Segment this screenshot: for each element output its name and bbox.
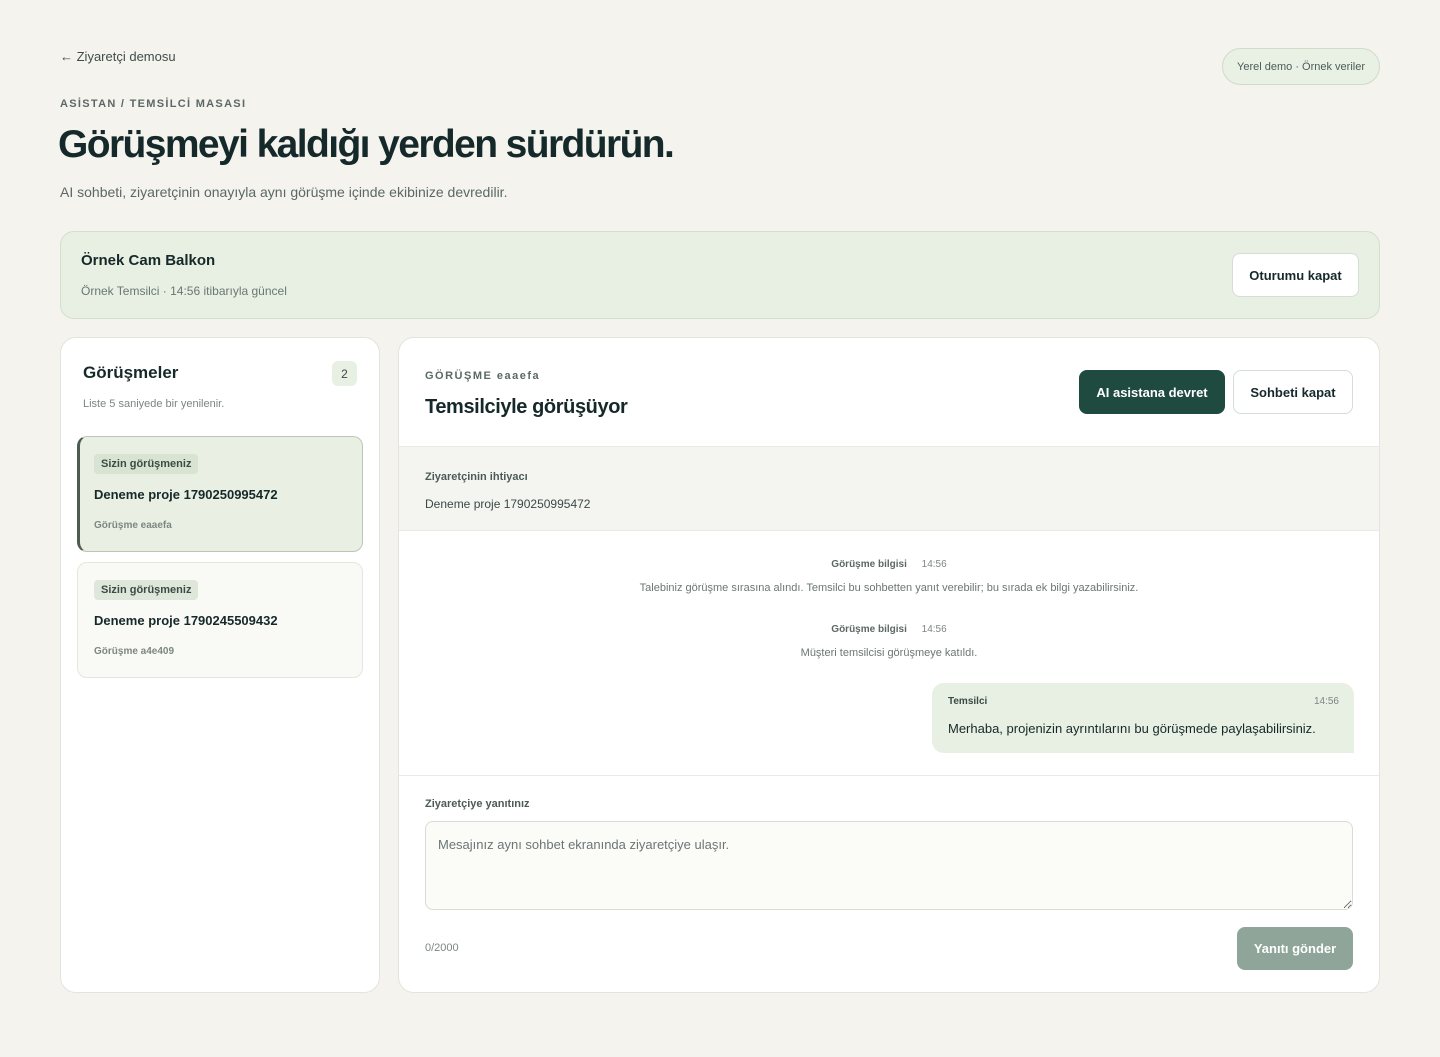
system-message-label: Görüşme bilgisi — [831, 559, 907, 570]
session-bar: Örnek Cam Balkon Örnek Temsilci · 14:56 … — [60, 231, 1380, 319]
visitor-need: Ziyaretçinin ihtiyacı Deneme proje 17902… — [399, 446, 1379, 531]
system-message-label: Görüşme bilgisi — [831, 624, 907, 635]
refresh-hint: Liste 5 saniyede bir yenilenir. — [83, 398, 225, 410]
system-message-text: Müşteri temsilcisi görüşmeye katıldı. — [800, 647, 978, 659]
close-chat-button[interactable]: Sohbeti kapat — [1233, 370, 1353, 414]
system-message-text: Talebiniz görüşme sırasına alındı. Temsi… — [639, 582, 1139, 594]
conversation-count-badge: 2 — [332, 361, 357, 386]
send-reply-button[interactable]: Yanıtı gönder — [1237, 927, 1353, 970]
page-subtitle: AI sohbeti, ziyaretçinin onayıyla aynı g… — [60, 184, 508, 200]
ownership-tag: Sizin görüşmeniz — [94, 454, 199, 474]
conversation-id: Görüşme eaaefa — [94, 520, 172, 531]
conversation-id: Görüşme a4e409 — [94, 646, 175, 657]
conversation-title: Deneme proje 1790250995472 — [94, 487, 278, 502]
chat-panel: GÖRÜŞME eaaefa Temsilciyle görüşüyor AI … — [398, 337, 1380, 993]
character-count: 0/2000 — [425, 942, 459, 954]
handoff-to-ai-button[interactable]: AI asistana devret — [1079, 370, 1225, 414]
chat-status-title: Temsilciyle görüşüyor — [425, 396, 628, 418]
reply-label: Ziyaretçiye yanıtınız — [425, 798, 530, 810]
conversation-item-a4e409[interactable]: Sizin görüşmeniz Deneme proje 1790245509… — [77, 562, 363, 678]
logout-button[interactable]: Oturumu kapat — [1232, 253, 1359, 297]
reply-input[interactable] — [425, 821, 1353, 910]
ownership-tag: Sizin görüşmeniz — [94, 580, 199, 600]
conversation-title: Deneme proje 1790245509432 — [94, 613, 278, 628]
system-message: Görüşme bilgisi 14:56 Talebiniz görüşme … — [399, 559, 1379, 594]
message-text: Merhaba, projenizin ayrıntılarını bu gör… — [948, 721, 1316, 736]
system-message-time: 14:56 — [921, 624, 947, 635]
chat-eyebrow: GÖRÜŞME eaaefa — [425, 370, 541, 382]
session-meta: Örnek Temsilci · 14:56 itibarıyla güncel — [81, 284, 287, 298]
page-title: Görüşmeyi kaldığı yerden sürdürün. — [58, 123, 675, 166]
visitor-need-label: Ziyaretçinin ihtiyacı — [425, 471, 528, 483]
reply-composer: Ziyaretçiye yanıtınız 0/2000 Yanıtı gönd… — [399, 775, 1379, 992]
page-eyebrow: ASİSTAN / TEMSİLCİ MASASI — [60, 98, 247, 110]
system-message: Görüşme bilgisi 14:56 Müşteri temsilcisi… — [399, 624, 1379, 659]
conversations-title: Görüşmeler — [83, 363, 179, 382]
visitor-need-value: Deneme proje 1790250995472 — [425, 497, 591, 511]
agent-message-bubble: Temsilci 14:56 Merhaba, projenizin ayrın… — [932, 683, 1354, 753]
back-link[interactable]: ← Ziyaretçi demosu — [60, 49, 176, 64]
system-message-time: 14:56 — [921, 559, 947, 570]
conversation-item-eaaefa[interactable]: Sizin görüşmeniz Deneme proje 1790250995… — [77, 436, 363, 552]
conversation-list-panel: Görüşmeler 2 Liste 5 saniyede bir yenile… — [60, 337, 380, 993]
company-name: Örnek Cam Balkon — [81, 252, 216, 269]
message-author: Temsilci — [948, 696, 988, 707]
message-time: 14:56 — [1313, 696, 1339, 707]
demo-badge: Yerel demo · Örnek veriler — [1222, 48, 1380, 85]
